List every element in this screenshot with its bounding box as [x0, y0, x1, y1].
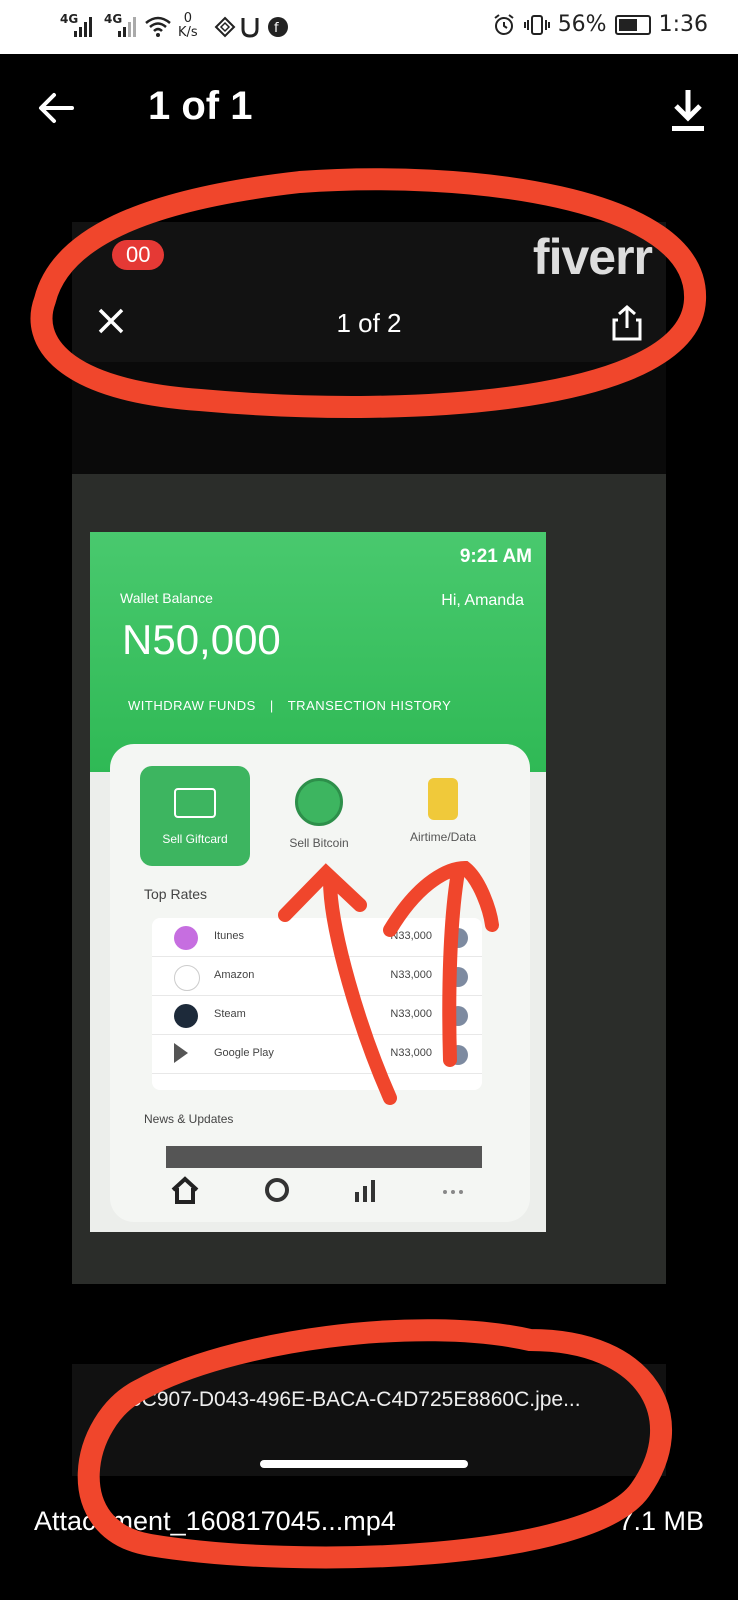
phone-photo: 9:21 AM Wallet Balance Hi, Amanda N50,00…	[72, 474, 666, 1284]
phone-icon	[428, 778, 458, 820]
history-link: TRANSECTION HISTORY	[287, 698, 452, 713]
wifi-icon	[145, 16, 171, 37]
stats-icon	[352, 1176, 392, 1210]
recording-badge: 00	[112, 240, 165, 270]
services-card: Sell Giftcard Sell Bitcoin Airtime/Data …	[110, 744, 530, 1222]
amazon-icon	[174, 965, 200, 991]
share-icon	[612, 305, 642, 341]
status-right: 56% 1:36	[492, 12, 708, 37]
withdraw-link: WITHDRAW FUNDS	[128, 698, 256, 713]
link-separator: |	[269, 698, 274, 713]
net-speed-unit: K/s	[178, 25, 198, 40]
rate-row: Steam N33,000	[152, 996, 482, 1035]
inner-viewer-bar: 00 fiverr 1 of 2	[72, 222, 666, 362]
vibrate-icon	[523, 14, 550, 35]
rate-value: N33,000	[390, 1047, 432, 1059]
wallet-header: 9:21 AM Wallet Balance Hi, Amanda N50,00…	[90, 532, 546, 772]
rate-row: Amazon N33,000	[152, 957, 482, 996]
airtime-data-label: Airtime/Data	[409, 830, 477, 844]
inner-file-bar: 5BC907-D043-496E-BACA-C4D725E8860C.jpe..…	[72, 1364, 666, 1476]
bitcoin-icon	[295, 778, 343, 826]
wallet-links: WITHDRAW FUNDS | TRANSECTION HISTORY	[128, 698, 451, 713]
rate-name: Steam	[214, 1008, 246, 1020]
vpn-icon	[214, 16, 236, 38]
home-indicator	[260, 1460, 468, 1468]
fiverr-logo: fiverr	[532, 229, 653, 285]
clock: 1:36	[658, 12, 708, 37]
home-icon	[170, 1176, 210, 1210]
steam-icon	[174, 1004, 198, 1028]
top-bar: 1 of 1	[0, 54, 738, 170]
back-arrow-icon[interactable]	[36, 88, 76, 128]
signal-1-icon	[74, 17, 92, 37]
top-rates-heading: Top Rates	[144, 886, 208, 902]
rates-list: Itunes N33,000 Amazon N33,000 Steam N33,…	[152, 918, 482, 1090]
page-title: 1 of 1	[148, 84, 253, 128]
sell-giftcard-label: Sell Giftcard	[162, 832, 228, 846]
google-play-icon	[174, 1043, 188, 1063]
phone-screen: 9:21 AM Wallet Balance Hi, Amanda N50,00…	[90, 532, 546, 1232]
rate-row: Itunes N33,000	[152, 918, 482, 957]
rate-value: N33,000	[390, 969, 432, 981]
sell-bitcoin-label: Sell Bitcoin	[289, 836, 349, 850]
exchange-icon	[262, 1176, 302, 1210]
rate-arrow-icon	[448, 1006, 468, 1026]
attachment-preview[interactable]: 00 fiverr 1 of 2 9:21 AM Wallet Balance …	[72, 222, 666, 1284]
rate-arrow-icon	[448, 928, 468, 948]
attachment-footer: Attachment_160817045...mp4 7.1 MB	[0, 1496, 738, 1556]
signal-2-icon	[118, 17, 136, 37]
rate-name: Google Play	[214, 1047, 274, 1059]
net-speed: 0 K/s	[178, 12, 198, 40]
rate-value: N33,000	[390, 930, 432, 942]
rate-value: N33,000	[390, 1008, 432, 1020]
airtime-data-tile: Airtime/Data	[388, 766, 498, 866]
battery-icon	[614, 14, 651, 35]
svg-text:f: f	[274, 21, 279, 36]
inner-file-name: 5BC907-D043-496E-BACA-C4D725E8860C.jpe..…	[116, 1388, 581, 1411]
rate-name: Itunes	[214, 930, 244, 942]
alarm-icon	[494, 13, 514, 35]
app-circle-icon: f	[268, 17, 288, 37]
rate-name: Amazon	[214, 969, 255, 981]
giftcard-icon	[174, 788, 216, 818]
inner-viewer-title: 1 of 2	[336, 308, 402, 338]
file-size: 7.1 MB	[618, 1506, 704, 1536]
rate-row: Google Play N33,000	[152, 1035, 482, 1074]
battery-percent: 56%	[557, 12, 607, 37]
phone-time: 9:21 AM	[459, 546, 532, 567]
more-icon	[438, 1176, 478, 1210]
news-heading: News & Updates	[144, 1112, 234, 1126]
rate-arrow-icon	[448, 1045, 468, 1065]
attachment-name: Attachment_160817045...mp4	[34, 1506, 396, 1536]
download-icon[interactable]	[668, 88, 708, 134]
net-speed-value: 0	[183, 11, 192, 26]
itunes-icon	[174, 926, 198, 950]
sell-bitcoin-tile: Sell Bitcoin	[264, 766, 374, 866]
u-app-icon	[241, 18, 259, 38]
phone-bottom-nav	[170, 1176, 490, 1214]
sell-giftcard-tile: Sell Giftcard	[140, 766, 250, 866]
rate-arrow-icon	[448, 967, 468, 987]
status-bar: 4G 4G 0 K/s f 56% 1:36	[0, 0, 738, 54]
wallet-label: Wallet Balance	[120, 590, 213, 606]
wallet-balance: N50,000	[122, 616, 281, 663]
greeting: Hi, Amanda	[441, 592, 524, 609]
news-banner	[166, 1146, 482, 1168]
